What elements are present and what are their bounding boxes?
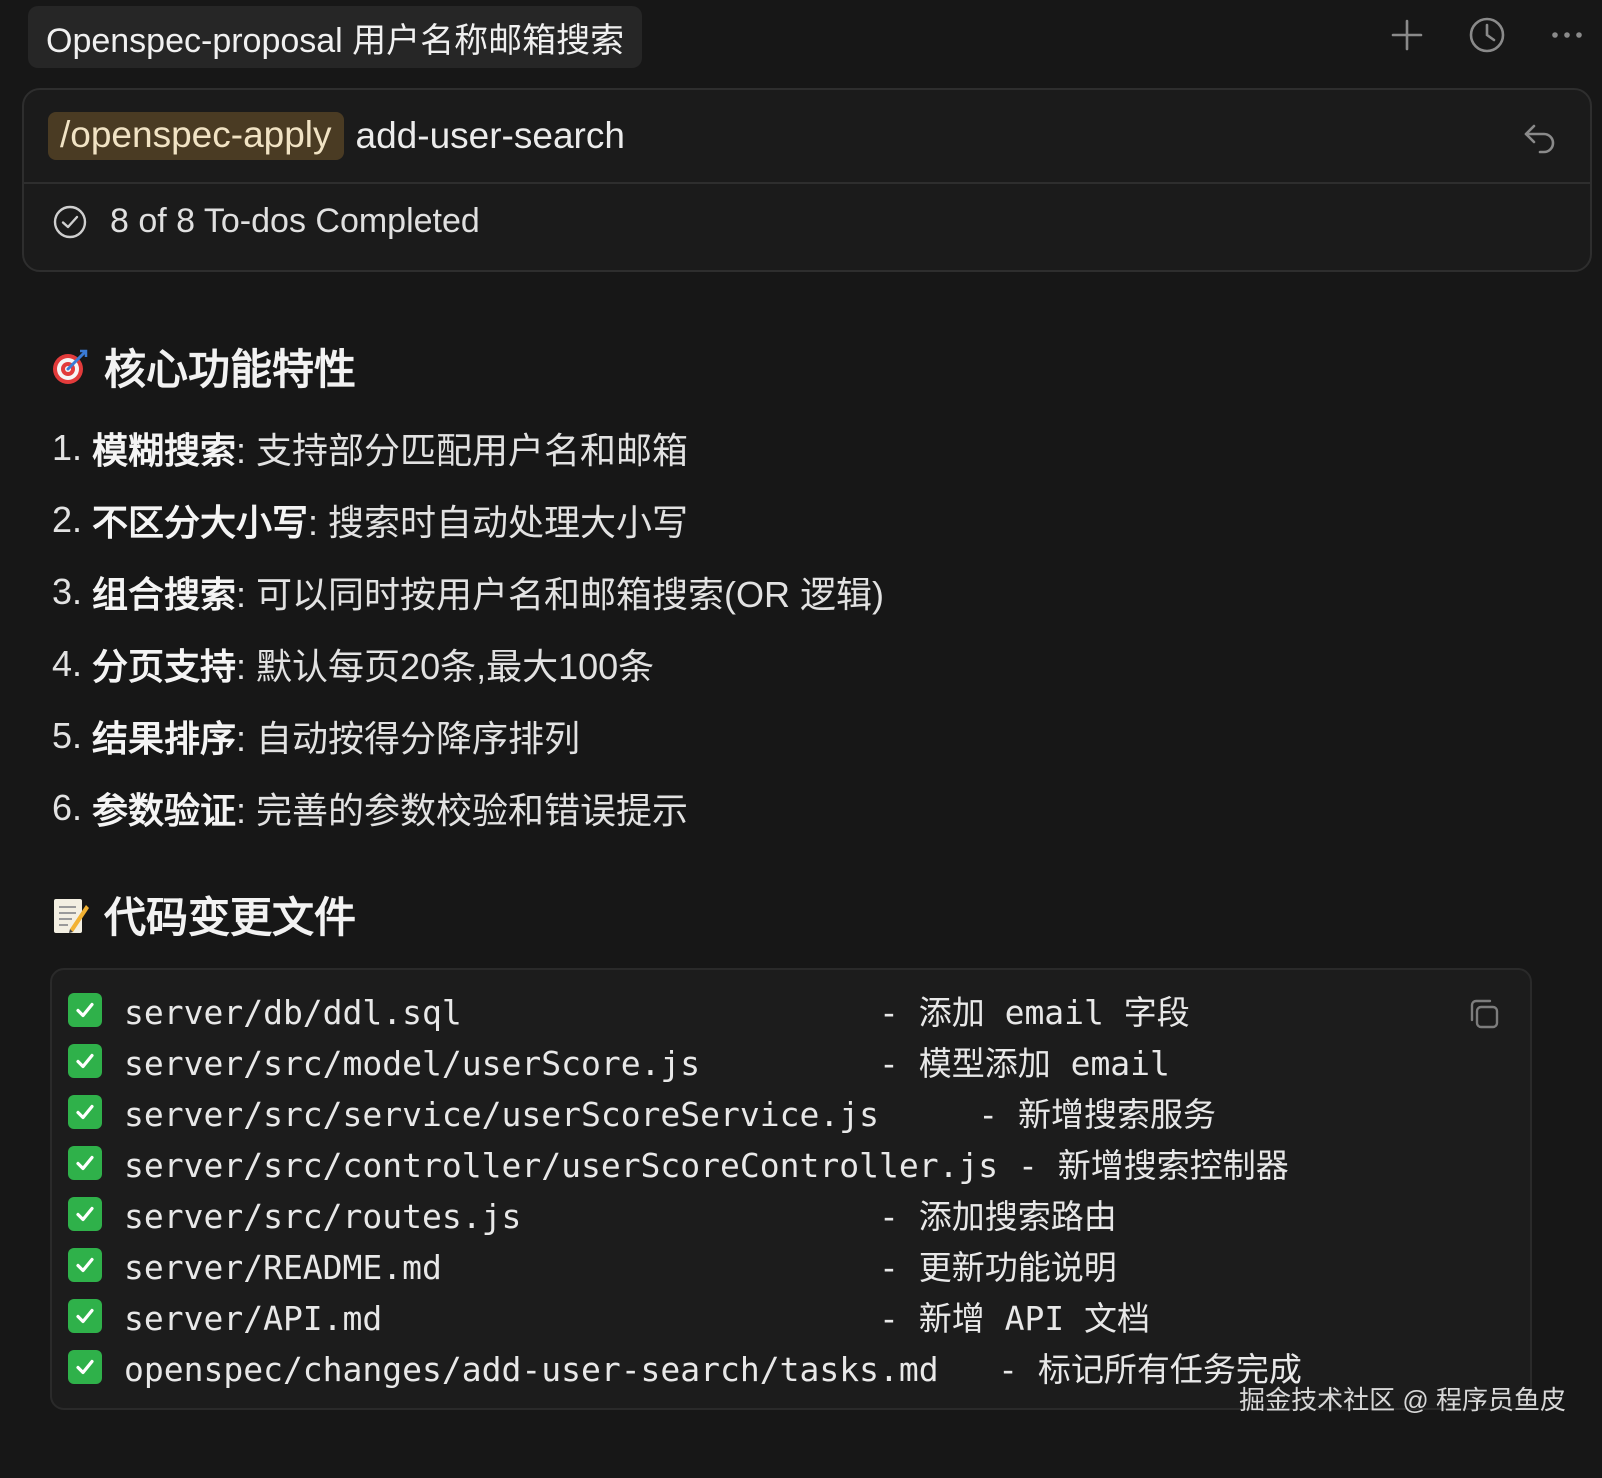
section-heading-files: 代码变更文件 (50, 884, 356, 945)
list-item: 5. 结果排序 : 自动按得分降序排列 (52, 700, 884, 772)
code-line-text: server/README.md - 更新功能说明 (124, 1247, 1117, 1287)
todo-status[interactable]: 8 of 8 To-dos Completed (52, 202, 480, 241)
check-mark-icon (68, 1145, 102, 1180)
tab-title[interactable]: Openspec-proposal 用户名称邮箱搜索 (28, 6, 643, 68)
section-heading-features: 核心功能特性 (50, 336, 356, 397)
feature-list: 1. 模糊搜索 : 支持部分匹配用户名和邮箱 2. 不区分大小写 : 搜索时自动… (52, 412, 884, 844)
item-label: 分页支持 (92, 646, 237, 687)
item-label: 参数验证 (92, 790, 237, 831)
top-bar: Openspec-proposal 用户名称邮箱搜索 (0, 0, 1602, 78)
check-mark-icon (68, 1247, 102, 1282)
item-number: 2. (52, 499, 83, 540)
item-description: : 支持部分匹配用户名和邮箱 (236, 430, 689, 471)
more-icon[interactable] (1546, 14, 1588, 56)
code-line: server/README.md - 更新功能说明 (68, 1239, 1302, 1290)
copy-icon[interactable] (1466, 996, 1502, 1032)
check-mark-icon (68, 992, 102, 1027)
list-item: 4. 分页支持 : 默认每页20条,最大100条 (52, 628, 884, 700)
list-item: 3. 组合搜索 : 可以同时按用户名和邮箱搜索(OR 逻辑) (52, 556, 884, 628)
memo-emoji-icon (54, 898, 89, 933)
code-line-text: server/src/controller/userScoreControlle… (124, 1145, 1289, 1185)
plus-icon[interactable] (1386, 14, 1428, 56)
item-description: : 搜索时自动处理大小写 (308, 502, 689, 543)
code-line-text: server/db/ddl.sql - 添加 email 字段 (124, 992, 1190, 1032)
item-number: 4. (52, 643, 83, 684)
code-line-text: server/src/model/userScore.js - 模型添加 ema… (124, 1043, 1170, 1083)
code-lines: server/db/ddl.sql - 添加 email 字段 server/s… (68, 984, 1302, 1392)
command-input[interactable]: /openspec-apply add-user-search (24, 90, 1590, 184)
item-description: : 默认每页20条,最大100条 (236, 646, 655, 687)
command-argument: add-user-search (355, 115, 625, 156)
list-item: 1. 模糊搜索 : 支持部分匹配用户名和邮箱 (52, 412, 884, 484)
todo-status-label: 8 of 8 To-dos Completed (110, 202, 480, 240)
code-block: server/db/ddl.sql - 添加 email 字段 server/s… (50, 968, 1532, 1410)
command-chip[interactable]: /openspec-apply (48, 112, 344, 160)
code-line-text: server/src/service/userScoreService.js -… (124, 1094, 1217, 1134)
code-line: server/src/service/userScoreService.js -… (68, 1086, 1302, 1137)
command-panel: /openspec-apply add-user-search 8 of 8 T… (22, 88, 1592, 272)
code-line-text: openspec/changes/add-user-search/tasks.m… (124, 1349, 1302, 1389)
check-mark-icon (68, 1349, 102, 1384)
item-description: : 可以同时按用户名和邮箱搜索(OR 逻辑) (236, 574, 885, 615)
list-item: 2. 不区分大小写 : 搜索时自动处理大小写 (52, 484, 884, 556)
top-toolbar (1386, 14, 1588, 56)
item-number: 6. (52, 787, 83, 828)
code-line: server/src/model/userScore.js - 模型添加 ema… (68, 1035, 1302, 1086)
code-line: openspec/changes/add-user-search/tasks.m… (68, 1341, 1302, 1392)
undo-icon[interactable] (1520, 118, 1560, 158)
check-mark-icon (68, 1298, 102, 1333)
item-description: : 完善的参数校验和错误提示 (236, 790, 689, 831)
code-line-text: server/src/routes.js - 添加搜索路由 (124, 1196, 1117, 1236)
item-description: : 自动按得分降序排列 (236, 718, 581, 759)
item-label: 不区分大小写 (92, 502, 309, 543)
section-title: 核心功能特性 (104, 346, 357, 393)
code-line: server/src/controller/userScoreControlle… (68, 1137, 1302, 1188)
code-line-text: server/API.md - 新增 API 文档 (124, 1298, 1151, 1338)
check-mark-icon (68, 1196, 102, 1231)
item-label: 模糊搜索 (92, 430, 237, 471)
item-label: 组合搜索 (92, 574, 237, 615)
check-mark-icon (68, 1043, 102, 1078)
code-line: server/API.md - 新增 API 文档 (68, 1290, 1302, 1341)
watermark: 掘金技术社区 @ 程序员鱼皮 (1239, 1385, 1566, 1415)
item-number: 1. (52, 427, 83, 468)
item-label: 结果排序 (92, 718, 237, 759)
check-mark-icon (68, 1094, 102, 1129)
target-emoji-icon (53, 349, 88, 384)
section-title: 代码变更文件 (104, 894, 357, 941)
code-line: server/db/ddl.sql - 添加 email 字段 (68, 984, 1302, 1035)
check-circle-icon (53, 205, 87, 238)
clock-icon[interactable] (1466, 14, 1508, 56)
item-number: 3. (52, 571, 83, 612)
code-line: server/src/routes.js - 添加搜索路由 (68, 1188, 1302, 1239)
list-item: 6. 参数验证 : 完善的参数校验和错误提示 (52, 772, 884, 844)
item-number: 5. (52, 715, 83, 756)
